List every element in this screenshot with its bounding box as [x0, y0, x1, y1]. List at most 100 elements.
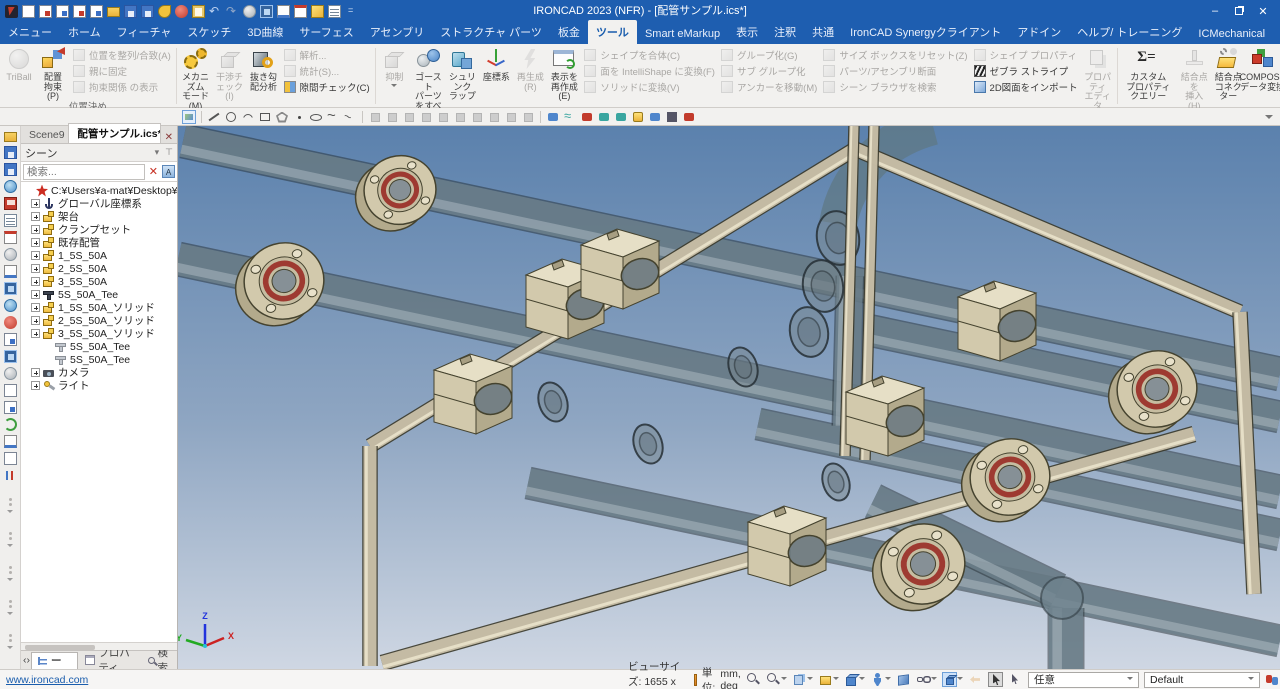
cube-icon[interactable] [311, 5, 324, 18]
regen-green-icon[interactable] [4, 418, 17, 431]
ribbon-small-シェイプ プロパティ[interactable]: シェイプ プロパティ [971, 47, 1081, 63]
menu-tab-12[interactable]: 表示 [728, 20, 766, 44]
tree-expander-icon[interactable] [31, 381, 40, 390]
panel-menu-icon[interactable]: ▾ [155, 147, 160, 158]
scroll-thumb[interactable] [25, 645, 95, 650]
ribbon-small-面を IntelliShape に変換(F)[interactable]: 面を IntelliShape に変換(F) [581, 63, 718, 79]
tree-expander-icon[interactable] [31, 212, 40, 221]
dropdown-caret-icon[interactable] [957, 677, 963, 683]
open-folder-icon[interactable] [4, 132, 17, 142]
ribbon-small-グループ化(G)[interactable]: グループ化(G) [718, 47, 820, 63]
ribbon-small-解析...[interactable]: 解析... [281, 47, 373, 63]
dock-nav-arrows[interactable]: ‹› [23, 654, 30, 666]
camera-edit-icon[interactable] [4, 231, 17, 244]
valve-tool-icon[interactable] [580, 110, 594, 124]
scene-browser-icon[interactable] [4, 265, 17, 278]
tree-item-既存配管[interactable]: 既存配管 [21, 236, 177, 249]
doc-blue-icon[interactable] [4, 401, 17, 414]
dock-flyout-handle-5[interactable] [7, 634, 13, 652]
tree-item-1_5S_50A[interactable]: 1_5S_50A [21, 249, 177, 262]
ribbon-button-表示を[interactable]: 表示を 再作成(E) [547, 45, 581, 102]
tree-item-5S_50A_Tee[interactable]: 5S_50A_Tee [21, 353, 177, 366]
tree-expander-icon[interactable] [31, 329, 40, 338]
tree-horizontal-scrollbar[interactable] [21, 642, 177, 650]
ribbon-button-メカニズム[interactable]: メカニズム モード(M) [179, 45, 213, 111]
save-as-icon[interactable] [141, 5, 154, 18]
stereo-glasses-icon[interactable] [916, 672, 931, 687]
bspline-tool-icon[interactable] [343, 110, 357, 124]
tree-expander-icon[interactable] [31, 277, 40, 286]
sketch-image-icon[interactable] [182, 110, 196, 124]
bottom-tab-プロパティ[interactable]: プロパティ [79, 652, 140, 669]
tree-search-input[interactable] [23, 164, 145, 180]
dropdown-caret-icon[interactable] [391, 84, 397, 90]
import-icon[interactable] [56, 5, 69, 18]
app-icon[interactable] [5, 5, 18, 18]
ribbon-small-パーツ/アセンブリ断面[interactable]: パーツ/アセンブリ断面 [820, 63, 970, 79]
doc-tab-2[interactable]: 配管サンプル.ics* [68, 123, 160, 143]
viewport-3d[interactable]: ZXY [178, 126, 1280, 669]
dropdown-caret-icon[interactable] [885, 677, 891, 683]
config-combo[interactable]: Default [1144, 672, 1260, 688]
bom-table-icon[interactable] [4, 214, 17, 227]
tree-item-ライト[interactable]: ライト [21, 379, 177, 392]
menu-tab-13[interactable]: 注釈 [766, 20, 804, 44]
menu-tab-14[interactable]: 共通 [804, 20, 842, 44]
tree-expander-icon[interactable] [31, 264, 40, 273]
tree-item-5S_50A_Tee[interactable]: 5S_50A_Tee [21, 288, 177, 301]
pipe-tool-icon[interactable] [546, 110, 560, 124]
tree-expander-icon[interactable] [31, 290, 40, 299]
curve-red-tool-icon[interactable] [682, 110, 696, 124]
web-publish-icon[interactable] [4, 180, 17, 193]
ribbon-small-親に固定[interactable]: 親に固定 [70, 63, 174, 79]
snap-tool-icon[interactable] [665, 110, 679, 124]
polygon-tool-icon[interactable] [275, 110, 289, 124]
arc-tool-icon[interactable] [241, 110, 255, 124]
ribbon-small-シェイプを合体(C)[interactable]: シェイプを合体(C) [581, 47, 718, 63]
combo-caret-icon[interactable] [1127, 677, 1133, 683]
project-tool-icon[interactable] [402, 110, 416, 124]
ribbon-button-再生成(R)[interactable]: 再生成(R) [513, 45, 547, 92]
window-gray-icon[interactable] [4, 435, 17, 448]
ribbon-small-2D図面をインポート[interactable]: 2D図面をインポート [971, 79, 1081, 95]
tree-item-グローバル座標系[interactable]: グローバル座標系 [21, 197, 177, 210]
tree-item-カメラ[interactable]: カメラ [21, 366, 177, 379]
flex-pipe-tool-icon[interactable] [563, 110, 577, 124]
perspective-icon[interactable] [896, 672, 911, 687]
filter-icon[interactable]: A [162, 165, 175, 178]
sizebox-icon[interactable] [260, 5, 273, 18]
rectangle-tool-icon[interactable] [258, 110, 272, 124]
tree-expander-icon[interactable] [31, 368, 40, 377]
ellipse-tool-icon[interactable] [309, 110, 323, 124]
ribbon-small-拘束関係 の表示[interactable]: 拘束関係 の表示 [70, 79, 174, 95]
menu-tab-11[interactable]: Smart eMarkup [637, 24, 728, 44]
ribbon-button-干渉チェック(I)[interactable]: 干渉チェック(I) [213, 45, 247, 102]
save-icon[interactable] [124, 5, 137, 18]
menu-tab-1[interactable]: メニュー [0, 20, 60, 44]
dimension-tool-icon[interactable] [470, 110, 484, 124]
circle-tool-icon[interactable] [224, 110, 238, 124]
menu-tab-16[interactable]: アドイン [1009, 20, 1069, 44]
tree-expander-icon[interactable] [31, 199, 40, 208]
dropdown-caret-icon[interactable] [807, 677, 813, 683]
tree-item-2_5S_50A_ソリッド[interactable]: 2_5S_50A_ソリッド [21, 314, 177, 327]
ribbon-button-結合点を[interactable]: 結合点を 挿入(H) [1177, 45, 1211, 111]
sort-icon[interactable] [4, 469, 17, 482]
undo-icon[interactable] [209, 5, 222, 18]
cylinder-tool-icon[interactable] [631, 110, 645, 124]
measure-tool-icon[interactable] [504, 110, 518, 124]
dropdown-caret-icon[interactable] [931, 677, 937, 683]
grid-tool-icon[interactable] [436, 110, 450, 124]
catalog-icon[interactable] [90, 5, 103, 18]
zoom-out-icon[interactable] [766, 672, 781, 687]
combo-caret-icon[interactable] [1248, 677, 1254, 683]
fit-tool-icon[interactable] [453, 110, 467, 124]
menu-tab-6[interactable]: サーフェス [291, 20, 361, 44]
sheet-icon[interactable] [4, 452, 17, 465]
material-icon[interactable] [4, 299, 17, 312]
tree-root-item[interactable]: C:¥Users¥a-mat¥Desktop¥API展示会セッ [21, 184, 177, 197]
dropdown-caret-icon[interactable] [859, 677, 865, 683]
spline-tool-icon[interactable] [326, 110, 340, 124]
coordinate-filter-combo[interactable]: 任意 [1028, 672, 1139, 688]
bend-tool-icon[interactable] [614, 110, 628, 124]
